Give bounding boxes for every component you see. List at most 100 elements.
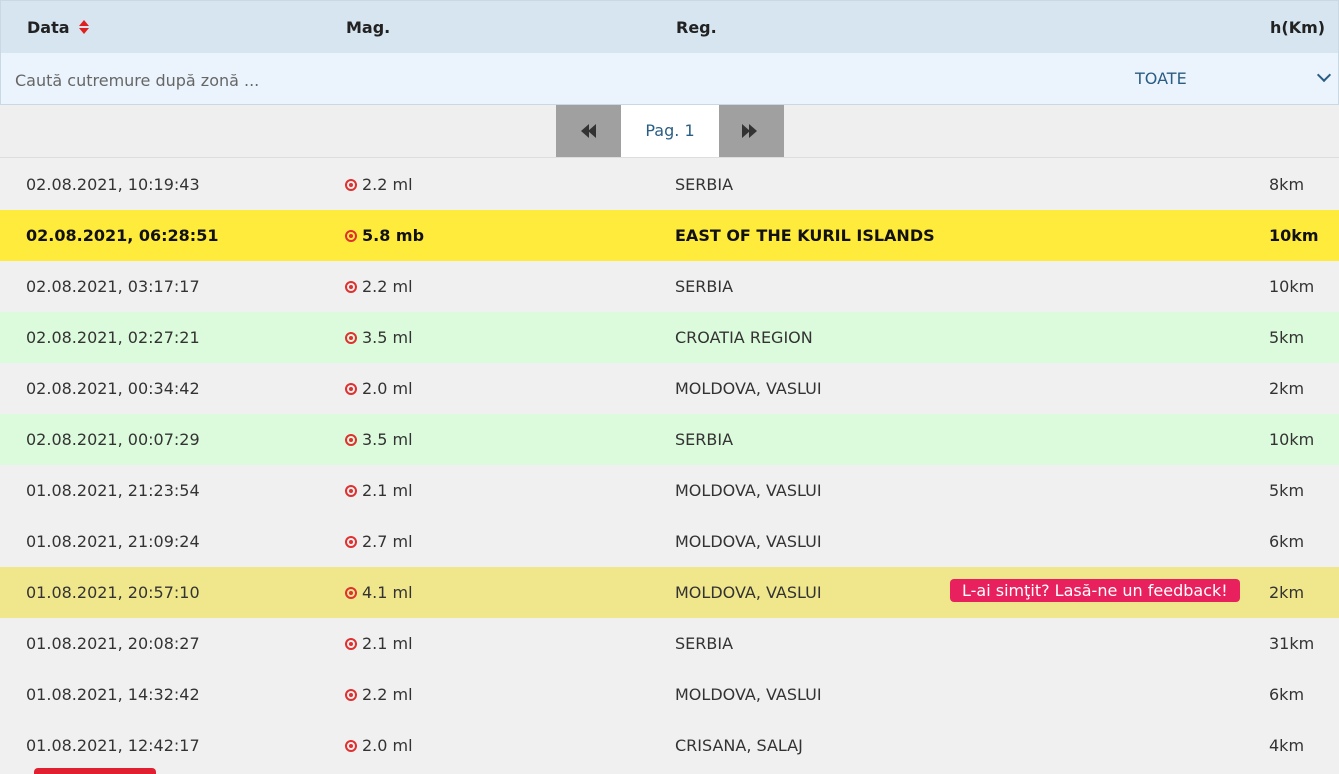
row-magnitude: 2.0 ml (345, 379, 413, 398)
row-depth: 10km (1269, 226, 1319, 245)
table-row[interactable]: 01.08.2021, 20:08:27 2.1 ml SERBIA 31km (0, 618, 1339, 669)
next-page-button[interactable] (719, 105, 784, 157)
row-date: 01.08.2021, 21:23:54 (26, 481, 200, 500)
epicenter-icon (345, 536, 357, 548)
row-depth: 2km (1269, 583, 1305, 602)
epicenter-icon (345, 332, 357, 344)
search-bar: TOATE (0, 53, 1339, 105)
row-date: 01.08.2021, 14:32:42 (26, 685, 200, 704)
row-magnitude-value: 2.0 ml (362, 379, 413, 398)
row-date: 02.08.2021, 06:28:51 (26, 226, 219, 245)
row-date: 02.08.2021, 00:07:29 (26, 430, 200, 449)
row-magnitude: 2.1 ml (345, 634, 413, 653)
row-magnitude-value: 2.2 ml (362, 277, 413, 296)
row-region: SERBIA (675, 277, 734, 296)
row-magnitude-value: 3.5 ml (362, 328, 413, 347)
row-depth: 6km (1269, 685, 1305, 704)
row-region: MOLDOVA, VASLUI (675, 583, 822, 602)
earthquake-table: Data Mag. Reg. h(Km) TOATE Pag. 1 02.08.… (0, 0, 1339, 774)
bottom-badge (34, 768, 156, 774)
sort-icon[interactable] (79, 19, 90, 34)
table-row[interactable]: 01.08.2021, 12:42:17 2.0 ml CRISANA, SALAJ… (0, 720, 1339, 771)
epicenter-icon (345, 689, 357, 701)
depth-header-label: h(Km) (1270, 18, 1326, 37)
row-depth: 31km (1269, 634, 1315, 653)
row-date: 01.08.2021, 20:08:27 (26, 634, 200, 653)
epicenter-icon (345, 179, 357, 191)
row-depth: 6km (1269, 532, 1305, 551)
previous-page-button[interactable] (556, 105, 621, 157)
row-date: 02.08.2021, 02:27:21 (26, 328, 200, 347)
epicenter-icon (345, 434, 357, 446)
feedback-button[interactable]: L-ai simţit? Lasă-ne un feedback! (950, 579, 1240, 602)
row-region: SERBIA (675, 175, 734, 194)
table-row[interactable]: 02.08.2021, 06:28:51 5.8 mb EAST OF THE KU… (0, 210, 1339, 261)
row-magnitude-value: 5.8 mb (362, 226, 425, 245)
table-row[interactable]: 02.08.2021, 00:07:29 3.5 ml SERBIA 10km (0, 414, 1339, 465)
row-magnitude: 2.1 ml (345, 481, 413, 500)
row-depth: 2km (1269, 379, 1305, 398)
epicenter-icon (345, 587, 357, 599)
row-region: CROATIA REGION (675, 328, 813, 347)
table-header: Data Mag. Reg. h(Km) (0, 0, 1339, 54)
epicenter-icon (345, 230, 357, 242)
row-depth: 10km (1269, 430, 1315, 449)
pagination: Pag. 1 (0, 105, 1339, 158)
epicenter-icon (345, 485, 357, 497)
row-magnitude-value: 2.7 ml (362, 532, 413, 551)
row-date: 01.08.2021, 21:09:24 (26, 532, 200, 551)
filter-dropdown[interactable]: TOATE (1135, 69, 1187, 88)
table-row[interactable]: 01.08.2021, 14:32:42 2.2 ml MOLDOVA, VASLU… (0, 669, 1339, 720)
row-magnitude-value: 2.1 ml (362, 481, 413, 500)
epicenter-icon (345, 383, 357, 395)
table-row[interactable]: 01.08.2021, 20:57:10 4.1 ml MOLDOVA, VASLU… (0, 567, 1339, 618)
row-depth: 8km (1269, 175, 1305, 194)
row-magnitude: 2.7 ml (345, 532, 413, 551)
table-row[interactable]: 02.08.2021, 10:19:43 2.2 ml SERBIA 8km (0, 159, 1339, 210)
table-row[interactable]: 01.08.2021, 21:09:24 2.7 ml MOLDOVA, VASLU… (0, 516, 1339, 567)
table-row[interactable]: 02.08.2021, 02:27:21 3.5 ml CROATIA REGION… (0, 312, 1339, 363)
chevron-down-icon[interactable] (1316, 67, 1332, 83)
row-date: 01.08.2021, 20:57:10 (26, 583, 200, 602)
row-date: 02.08.2021, 00:34:42 (26, 379, 200, 398)
row-magnitude-value: 2.2 ml (362, 685, 413, 704)
page-indicator: Pag. 1 (621, 105, 719, 157)
row-magnitude-value: 2.2 ml (362, 175, 413, 194)
row-magnitude: 2.2 ml (345, 685, 413, 704)
row-depth: 4km (1269, 736, 1305, 755)
row-depth: 10km (1269, 277, 1315, 296)
row-magnitude-value: 4.1 ml (362, 583, 413, 602)
row-region: MOLDOVA, VASLUI (675, 685, 822, 704)
row-date: 02.08.2021, 03:17:17 (26, 277, 200, 296)
epicenter-icon (345, 638, 357, 650)
row-region: MOLDOVA, VASLUI (675, 532, 822, 551)
row-magnitude: 3.5 ml (345, 430, 413, 449)
row-region: MOLDOVA, VASLUI (675, 481, 822, 500)
row-magnitude: 3.5 ml (345, 328, 413, 347)
table-row[interactable]: 02.08.2021, 03:17:17 2.2 ml SERBIA 10km (0, 261, 1339, 312)
row-magnitude: 2.2 ml (345, 277, 413, 296)
epicenter-icon (345, 740, 357, 752)
row-magnitude: 2.0 ml (345, 736, 413, 755)
row-date: 01.08.2021, 12:42:17 (26, 736, 200, 755)
table-row[interactable]: 02.08.2021, 00:34:42 2.0 ml MOLDOVA, VASLU… (0, 363, 1339, 414)
row-region: SERBIA (675, 430, 734, 449)
row-region: MOLDOVA, VASLUI (675, 379, 822, 398)
row-magnitude: 2.2 ml (345, 175, 413, 194)
row-depth: 5km (1269, 328, 1305, 347)
date-header-label: Data (27, 18, 70, 37)
row-magnitude: 5.8 mb (345, 226, 424, 245)
sort-by-date-header[interactable]: Data (27, 18, 90, 37)
magnitude-header-label: Mag. (346, 18, 391, 37)
row-region: EAST OF THE KURIL ISLANDS (675, 226, 935, 245)
row-magnitude-value: 2.1 ml (362, 634, 413, 653)
zone-search-input[interactable] (13, 65, 617, 95)
table-row[interactable]: 01.08.2021, 21:23:54 2.1 ml MOLDOVA, VASLU… (0, 465, 1339, 516)
row-depth: 5km (1269, 481, 1305, 500)
row-date: 02.08.2021, 10:19:43 (26, 175, 200, 194)
row-magnitude: 4.1 ml (345, 583, 413, 602)
row-region: SERBIA (675, 634, 734, 653)
epicenter-icon (345, 281, 357, 293)
region-header-label: Reg. (676, 18, 717, 37)
quake-list: 02.08.2021, 10:19:43 2.2 ml SERBIA 8km 02.08… (0, 159, 1339, 771)
